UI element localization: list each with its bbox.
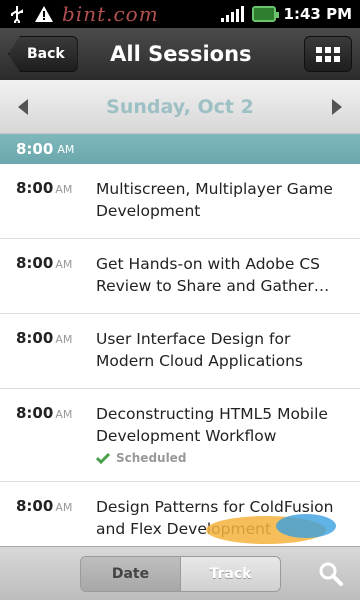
back-button[interactable]: Back [8,36,78,72]
list-item[interactable]: 8:00 AM Multiscreen, Multiplayer Game Dev… [0,164,360,239]
session-title: Multiscreen, Multiplayer Game Developmen… [96,180,333,220]
session-ampm: AM [55,501,73,514]
session-title: User Interface Design for Modern Cloud A… [96,330,303,370]
session-title: Get Hands-on with Adobe CS Review to Sha… [96,255,330,295]
scheduled-label: Scheduled [116,451,187,465]
view-switcher: Date Track [80,556,281,592]
chevron-right-icon[interactable] [332,98,342,115]
chevron-left-icon[interactable] [18,98,28,115]
clock: 1:43 PM [283,5,352,23]
check-icon [96,452,110,464]
session-list: 8:00 AM Multiscreen, Multiplayer Game Dev… [0,164,360,546]
current-date: Sunday, Oct 2 [106,95,254,118]
grid-menu-button[interactable] [304,36,352,72]
signal-icon [220,6,244,22]
bottom-toolbar: Date Track [0,546,360,600]
watermark-text: bint.com [62,2,159,26]
tab-date[interactable]: Date [81,557,181,591]
search-icon[interactable] [318,561,344,587]
status-bar: bint.com 1:43 PM [0,0,360,28]
session-ampm: AM [55,408,73,421]
time-section-header: 8:00 AM [0,134,360,164]
list-item[interactable]: 8:00 AM Get Hands-on with Adobe CS Review… [0,239,360,314]
session-ampm: AM [55,258,73,271]
title-bar: Back All Sessions [0,28,360,80]
session-time: 8:00 [16,179,54,197]
page-title: All Sessions [110,42,252,66]
session-time: 8:00 [16,254,54,272]
date-navigation: Sunday, Oct 2 [0,80,360,134]
section-time: 8:00 [16,140,54,158]
session-time: 8:00 [16,497,54,515]
tab-track[interactable]: Track [181,557,280,591]
list-item[interactable]: 8:00 AM Design Patterns for ColdFusion an… [0,482,360,546]
battery-icon [251,6,279,22]
session-title: Deconstructing HTML5 Mobile Development … [96,405,328,445]
list-item[interactable]: 8:00 AM User Interface Design for Modern … [0,314,360,389]
session-ampm: AM [55,183,73,196]
scheduled-badge: Scheduled [96,451,344,465]
grid-icon [316,46,340,62]
session-ampm: AM [55,333,73,346]
session-title: Design Patterns for ColdFusion and Flex … [96,498,334,538]
section-ampm: AM [57,142,75,156]
usb-icon [8,5,26,23]
warning-icon [34,5,54,23]
session-time: 8:00 [16,329,54,347]
session-time: 8:00 [16,404,54,422]
list-item[interactable]: 8:00 AM Deconstructing HTML5 Mobile Devel… [0,389,360,482]
